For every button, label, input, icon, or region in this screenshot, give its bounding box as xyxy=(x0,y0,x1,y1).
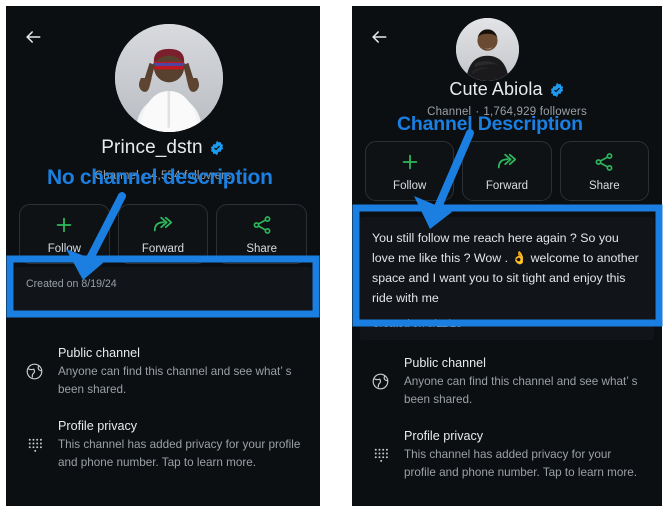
info-description: This channel has added privacy for your … xyxy=(404,448,638,480)
forward-button[interactable]: Forward xyxy=(117,204,209,264)
plus-icon xyxy=(53,214,75,236)
back-arrow-icon[interactable] xyxy=(368,26,390,48)
verified-badge-icon xyxy=(550,82,563,97)
forward-button-label: Forward xyxy=(485,179,529,192)
channel-meta: Channel · 4,554 followers xyxy=(6,170,320,182)
info-list: Public channel Anyone can find this chan… xyxy=(352,346,662,493)
followers-count: 1,764,929 followers xyxy=(483,106,587,118)
created-on-label: Created on 9/11/23 xyxy=(372,317,462,330)
info-list: Public channel Anyone can find this chan… xyxy=(6,336,320,483)
share-icon xyxy=(251,214,273,236)
description-card[interactable]: Created on 8/19/24 xyxy=(14,267,312,315)
plus-icon xyxy=(399,151,421,173)
share-button-label: Share xyxy=(246,242,278,255)
action-button-row: Follow Forward Share xyxy=(352,141,662,201)
follow-button-label: Follow xyxy=(393,179,427,192)
channel-name-row: Cute Abiola xyxy=(352,79,662,100)
channel-details-screen-left: Prince_dstn Channel · 4,554 followers Foll… xyxy=(6,6,320,506)
screenshot-stage: Prince_dstn Channel · 4,554 followers Foll… xyxy=(0,0,665,511)
forward-button[interactable]: Forward xyxy=(462,141,552,201)
share-icon xyxy=(593,151,615,173)
share-button[interactable]: Share xyxy=(559,141,649,201)
ok-hand-emoji: 👌 xyxy=(511,251,528,266)
info-title: Profile privacy xyxy=(404,429,484,444)
info-row-profile-privacy[interactable]: Profile privacy This channel has added p… xyxy=(6,409,320,482)
info-row-profile-privacy[interactable]: Profile privacy This channel has added p… xyxy=(352,419,662,492)
meta-separator: · xyxy=(142,170,147,182)
forward-arrow-icon xyxy=(152,214,174,236)
info-body: Profile privacy This channel has added p… xyxy=(394,429,646,482)
channel-type-label: Channel xyxy=(427,106,472,118)
info-description: Anyone can find this channel and see wha… xyxy=(404,375,638,407)
share-button-label: Share xyxy=(588,179,620,192)
channel-description: You still follow me reach here again ? S… xyxy=(372,228,642,309)
info-description: This channel has added privacy for your … xyxy=(58,438,301,470)
globe-icon xyxy=(366,356,394,391)
info-body: Profile privacy This channel has added p… xyxy=(48,419,304,472)
info-body: Public channel Anyone can find this chan… xyxy=(394,356,646,409)
globe-icon xyxy=(20,346,48,381)
verified-badge-icon xyxy=(210,140,223,156)
info-title: Profile privacy xyxy=(58,419,138,434)
channel-meta: Channel · 1,764,929 followers xyxy=(352,106,662,118)
channel-type-label: Channel xyxy=(94,170,139,182)
action-button-row: Follow Forward Share xyxy=(6,204,320,264)
info-title: Public channel xyxy=(58,346,140,360)
channel-name: Cute Abiola xyxy=(449,79,543,99)
avatar[interactable] xyxy=(115,24,223,132)
back-arrow-icon[interactable] xyxy=(22,26,44,48)
privacy-dots-icon xyxy=(20,419,48,454)
follow-button[interactable]: Follow xyxy=(19,204,110,264)
info-body: Public channel Anyone can find this chan… xyxy=(48,346,304,399)
channel-details-screen-right: Cute Abiola Channel · 1,764,929 followers … xyxy=(352,6,662,506)
info-description: Anyone can find this channel and see wha… xyxy=(58,365,292,397)
channel-name: Prince_dstn xyxy=(101,137,203,158)
info-row-public-channel[interactable]: Public channel Anyone can find this chan… xyxy=(352,346,662,419)
avatar[interactable] xyxy=(456,18,519,81)
share-button[interactable]: Share xyxy=(216,204,308,264)
followers-count: 4,554 followers xyxy=(150,170,232,182)
description-card[interactable]: You still follow me reach here again ? S… xyxy=(360,217,654,340)
info-title: Public channel xyxy=(404,356,486,370)
forward-button-label: Forward xyxy=(141,242,185,255)
privacy-dots-icon xyxy=(366,429,394,464)
created-on-label: Created on 8/19/24 xyxy=(26,278,117,290)
info-row-public-channel[interactable]: Public channel Anyone can find this chan… xyxy=(6,336,320,409)
meta-separator: · xyxy=(475,106,480,118)
channel-name-row: Prince_dstn xyxy=(6,137,320,159)
forward-arrow-icon xyxy=(496,151,518,173)
follow-button-label: Follow xyxy=(47,242,81,255)
follow-button[interactable]: Follow xyxy=(365,141,455,201)
